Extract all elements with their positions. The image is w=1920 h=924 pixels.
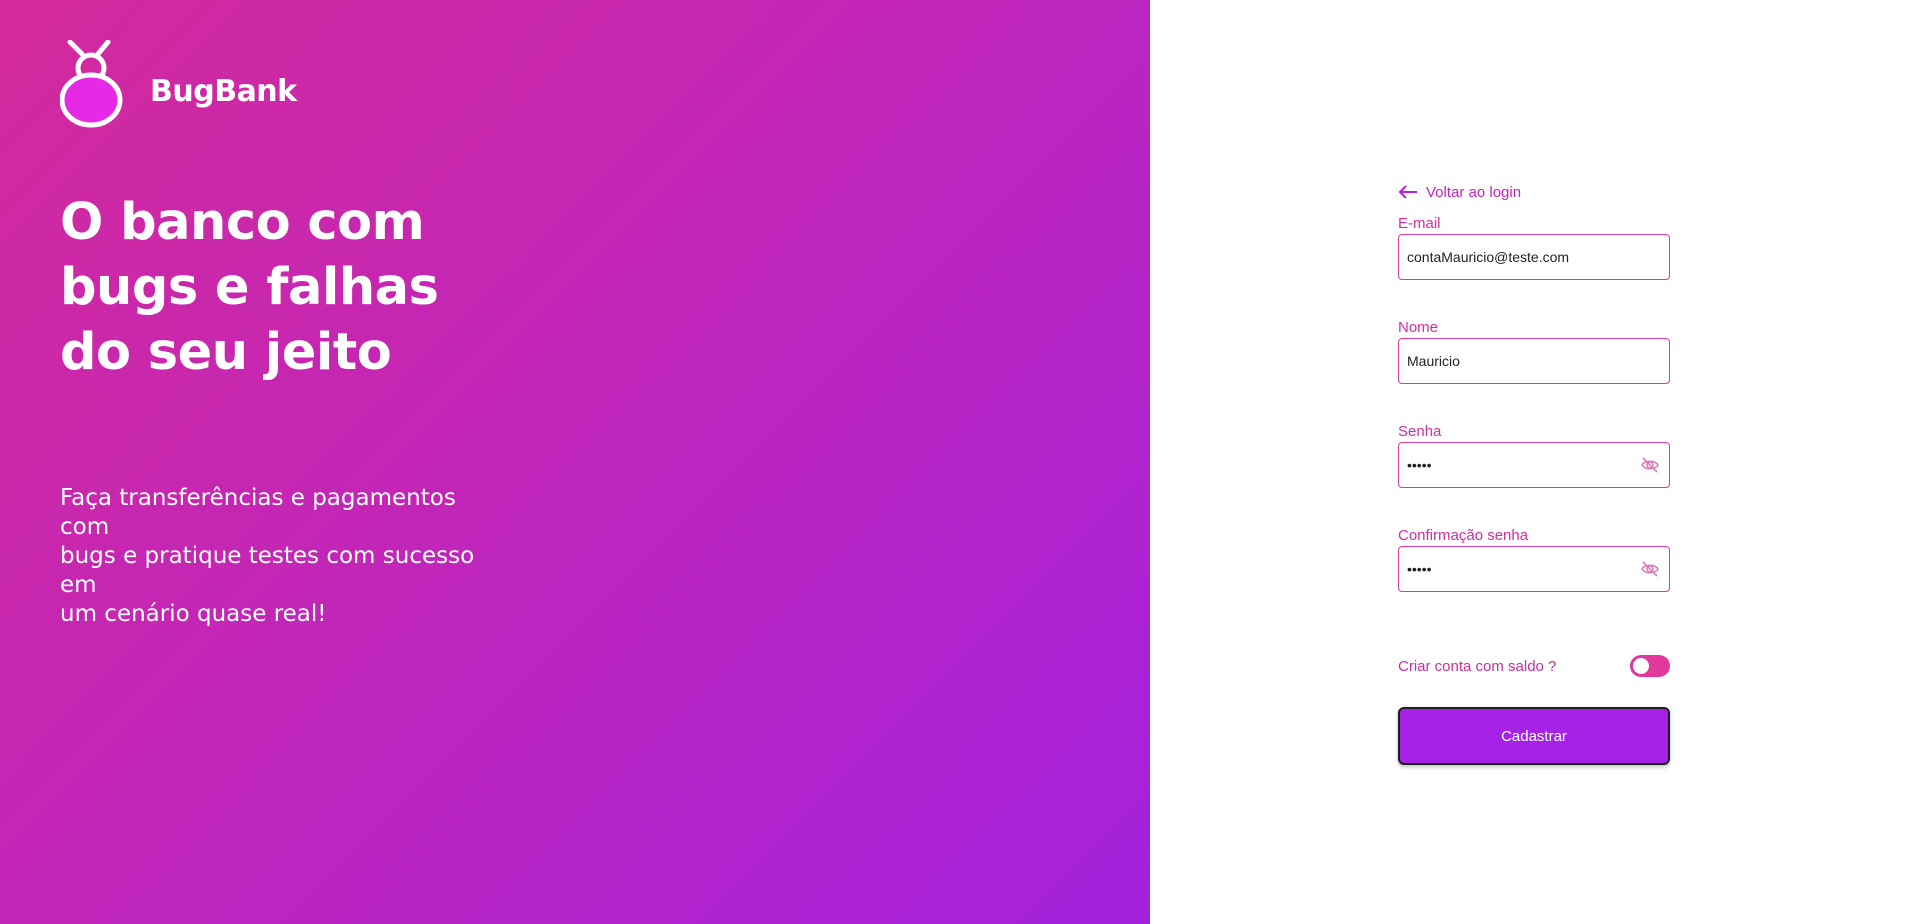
register-button[interactable]: Cadastrar [1398, 707, 1670, 765]
toggle-knob [1633, 658, 1649, 674]
password-field[interactable] [1398, 442, 1670, 488]
password-confirm-group: Confirmação senha [1398, 526, 1670, 592]
logo: BugBank [60, 40, 297, 130]
headline: O banco com bugs e falhas do seu jeito [60, 190, 580, 385]
password-group: Senha [1398, 422, 1670, 488]
name-field-wrapper [1398, 338, 1670, 384]
email-group: E-mail [1398, 214, 1670, 280]
password-confirm-field-wrapper [1398, 546, 1670, 592]
email-label: E-mail [1398, 215, 1441, 232]
headline-line: O banco com [60, 193, 425, 252]
bug-logo-icon [60, 40, 123, 128]
headline-line: do seu jeito [60, 323, 392, 382]
balance-toggle[interactable] [1630, 655, 1670, 677]
name-label: Nome [1398, 319, 1439, 336]
brand-name: BugBank [150, 73, 297, 109]
eye-off-icon[interactable] [1640, 455, 1660, 475]
name-field[interactable] [1398, 338, 1670, 384]
email-field-wrapper [1398, 234, 1670, 280]
subtitle-line: Faça transferências e pagamentos com [60, 485, 456, 540]
password-field-wrapper [1398, 442, 1670, 488]
email-field[interactable] [1398, 234, 1670, 280]
subtitle-line: um cenário quase real! [60, 601, 327, 627]
password-confirm-field[interactable] [1398, 546, 1670, 592]
password-label: Senha [1398, 423, 1442, 440]
back-link-label: Voltar ao login [1426, 183, 1522, 201]
back-to-login-link[interactable]: Voltar ao login [1398, 180, 1670, 204]
eye-off-icon[interactable] [1640, 559, 1660, 579]
headline-line: bugs e falhas [60, 258, 439, 317]
hero-panel: BugBank O banco com bugs e falhas do seu… [0, 0, 1150, 924]
hero-subtitle: Faça transferências e pagamentos com bug… [60, 484, 500, 629]
register-form: Voltar ao login E-mail Nome Senha Confir… [1398, 180, 1670, 765]
arrow-left-icon [1398, 185, 1417, 199]
password-confirm-label: Confirmação senha [1398, 527, 1529, 544]
balance-toggle-label: Criar conta com saldo ? [1398, 657, 1557, 675]
balance-toggle-row: Criar conta com saldo ? [1398, 654, 1670, 678]
name-group: Nome [1398, 318, 1670, 384]
subtitle-line: bugs e pratique testes com sucesso em [60, 543, 475, 598]
